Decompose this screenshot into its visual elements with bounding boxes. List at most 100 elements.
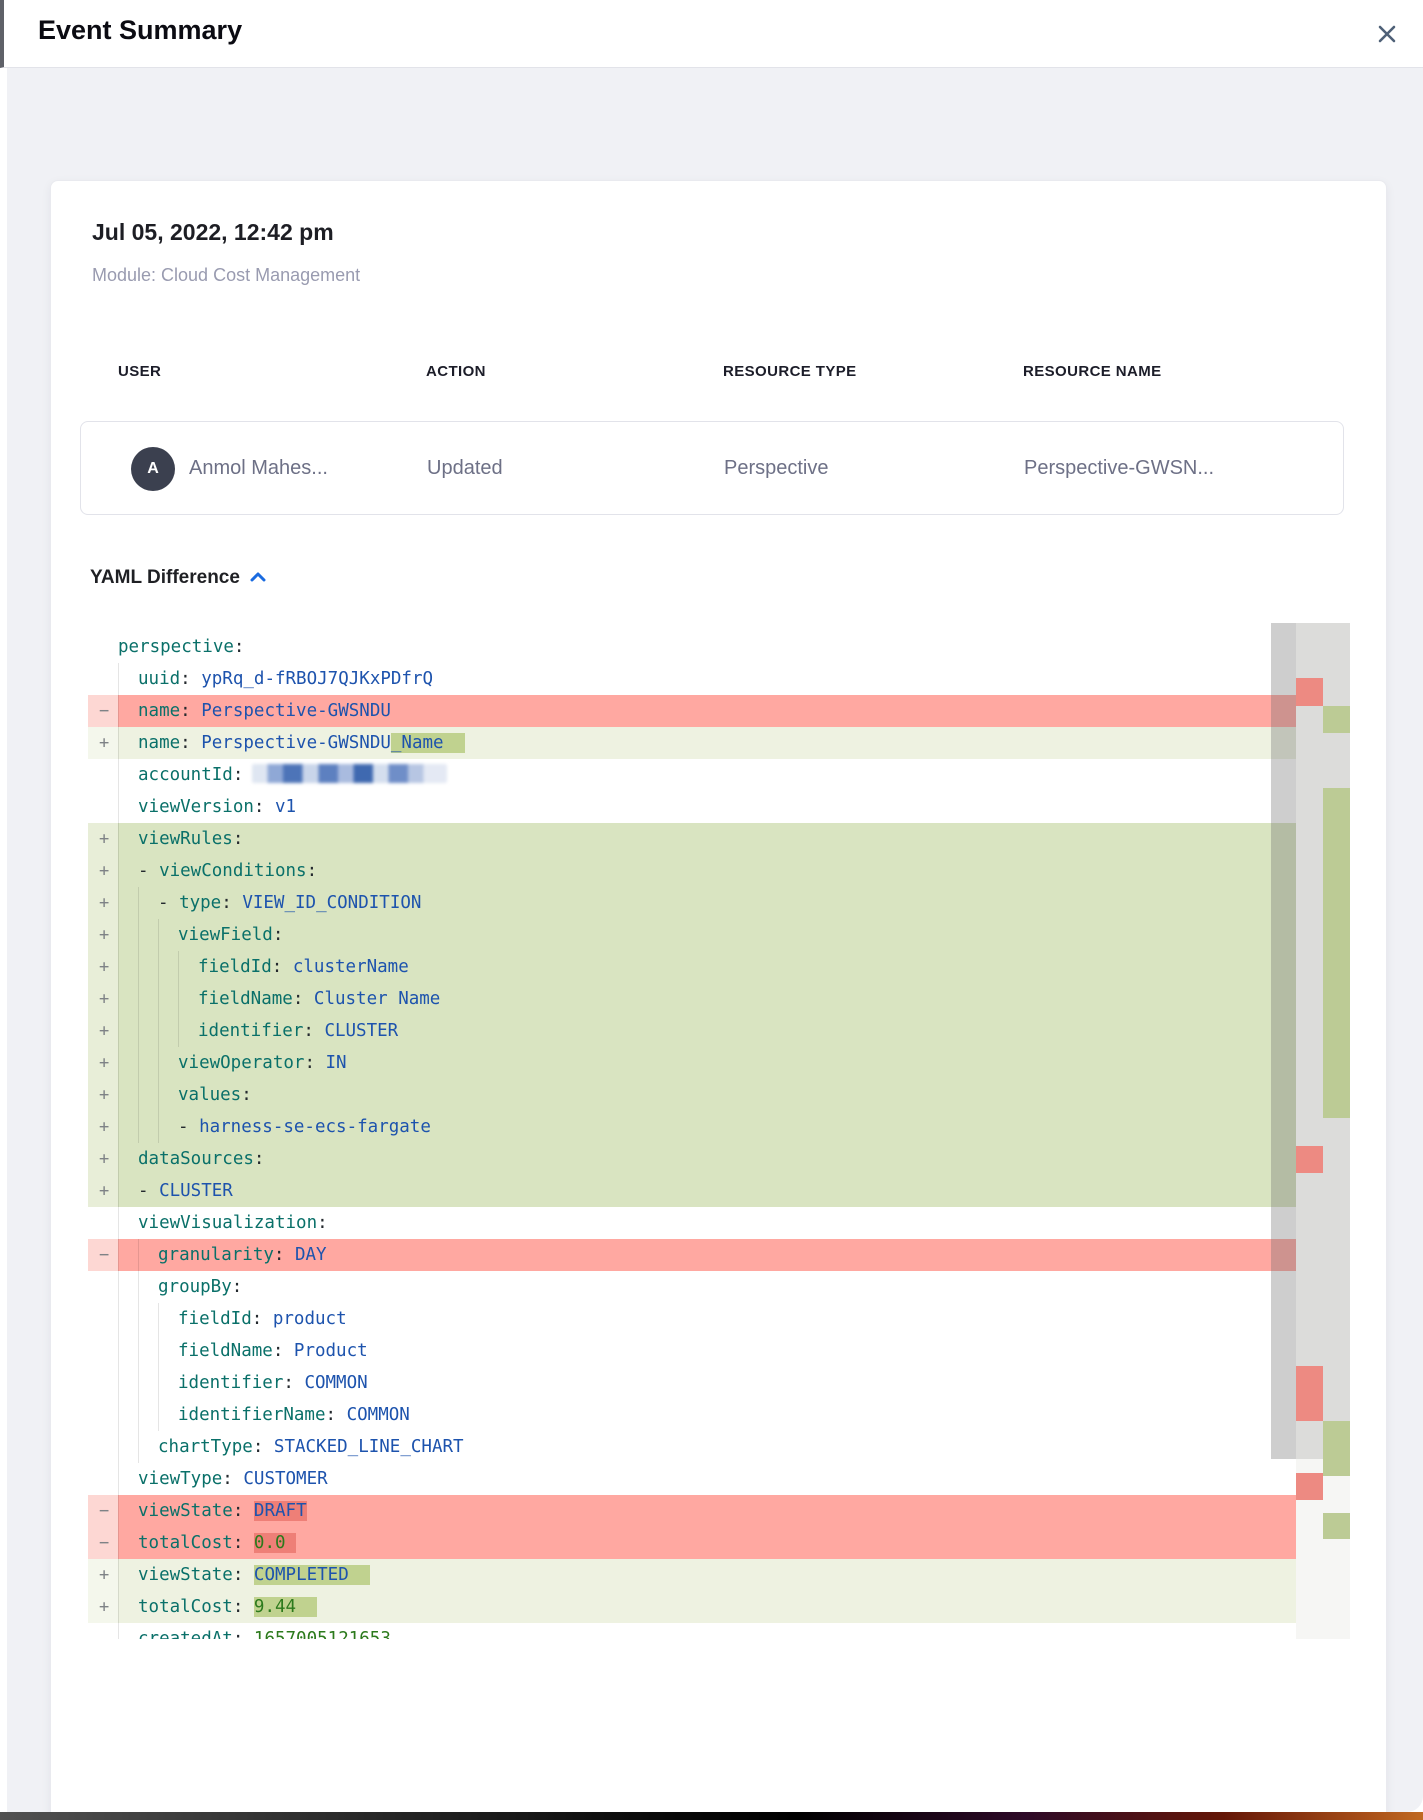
removed-line-marker: − [88, 695, 118, 727]
indent-guide [118, 951, 138, 983]
indent-guide [138, 1271, 158, 1303]
ruler-added-marker [1323, 1421, 1350, 1476]
indent-guide [118, 1463, 138, 1495]
indent-guide [118, 1303, 138, 1335]
close-icon[interactable] [1375, 22, 1399, 46]
indent-guide [118, 1559, 138, 1591]
added-line-marker: + [88, 1591, 118, 1623]
indent-guide [118, 983, 138, 1015]
diff-line: uuid: ypRq_d-fRBOJ7QJKxPDfrQ [88, 663, 1296, 695]
diff-scrollbar-thumb[interactable] [1271, 623, 1296, 1459]
diff-line: accountId: [88, 759, 1296, 791]
diff-line-text: totalCost: 9.44 [138, 1591, 317, 1623]
diff-line-text: identifier: COMMON [178, 1367, 368, 1399]
line-gutter [88, 1367, 118, 1399]
indent-guide [118, 1591, 138, 1623]
indent-guide [118, 1271, 138, 1303]
line-gutter [88, 631, 118, 663]
diff-line: + name: Perspective-GWSNDU_Name [88, 727, 1296, 759]
diff-line-text: fieldId: product [178, 1303, 347, 1335]
diff-line: −name: Perspective-GWSNDU [88, 695, 1296, 727]
diff-overview-ruler[interactable] [1296, 623, 1350, 1639]
indent-guide [158, 1079, 178, 1111]
indent-guide [138, 1303, 158, 1335]
diff-line-text: uuid: ypRq_d-fRBOJ7QJKxPDfrQ [138, 663, 433, 695]
indent-guide [118, 1207, 138, 1239]
ruler-added-marker [1323, 706, 1350, 733]
added-line-marker: + [88, 1047, 118, 1079]
indent-guide [138, 1335, 158, 1367]
indent-guide [138, 1111, 158, 1143]
column-header-resource-type: RESOURCE TYPE [723, 363, 857, 380]
indent-guide [138, 1079, 158, 1111]
indent-guide [158, 983, 178, 1015]
diff-line-text: name: Perspective-GWSNDU_Name [138, 727, 465, 759]
column-header-resource-name: RESOURCE NAME [1023, 363, 1162, 380]
event-timestamp: Jul 05, 2022, 12:42 pm [92, 219, 334, 246]
yaml-difference-toggle[interactable]: YAML Difference [90, 567, 266, 589]
indent-guide [118, 1047, 138, 1079]
indent-guide [158, 1111, 178, 1143]
yaml-diff-code: perspective:uuid: ypRq_d-fRBOJ7QJKxPDfrQ… [88, 623, 1350, 1639]
page-title: Event Summary [38, 15, 242, 46]
indent-guide [178, 983, 198, 1015]
indent-guide [178, 951, 198, 983]
indent-guide [118, 919, 138, 951]
diff-line: +fieldId: clusterName [88, 951, 1296, 983]
diff-line: +viewOperator: IN [88, 1047, 1296, 1079]
drawer-header: Event Summary [0, 0, 1423, 68]
indent-guide [138, 1399, 158, 1431]
diff-line: −viewState: DRAFT [88, 1495, 1296, 1527]
diff-line-text: fieldName: Cluster Name [198, 983, 440, 1015]
diff-line: + identifier: CLUSTER [88, 1015, 1296, 1047]
column-header-user: USER [118, 363, 161, 380]
diff-line-text: chartType: STACKED_LINE_CHART [158, 1431, 464, 1463]
diff-line-text: totalCost: 0.0 [138, 1527, 296, 1559]
indent-guide [118, 1495, 138, 1527]
diff-line-text: - viewConditions: [138, 855, 317, 887]
diff-line: chartType: STACKED_LINE_CHART [88, 1431, 1296, 1463]
added-line-marker: + [88, 887, 118, 919]
added-line-marker: + [88, 1015, 118, 1047]
chevron-up-icon [250, 569, 266, 587]
indent-guide [118, 1175, 138, 1207]
indent-guide [138, 1367, 158, 1399]
diff-line: viewVersion: v1 [88, 791, 1296, 823]
diff-line: + totalCost: 9.44 [88, 1591, 1296, 1623]
diff-line: +viewField: [88, 919, 1296, 951]
diff-line: fieldName: Product [88, 1335, 1296, 1367]
table-row: A Anmol Mahes... Updated Perspective Per… [80, 421, 1344, 515]
diff-line-text: name: Perspective-GWSNDU [138, 695, 391, 727]
event-card: Jul 05, 2022, 12:42 pm Module: Cloud Cos… [50, 180, 1387, 1820]
diff-line-text: identifier: CLUSTER [198, 1015, 398, 1047]
indent-guide [138, 887, 158, 919]
indent-guide [138, 919, 158, 951]
row-resource-type: Perspective [724, 457, 829, 480]
diff-line-text: - type: VIEW_ID_CONDITION [158, 887, 421, 919]
indent-guide [158, 1015, 178, 1047]
diff-line: +dataSources: [88, 1143, 1296, 1175]
added-line-marker: + [88, 727, 118, 759]
indent-guide [118, 1623, 138, 1639]
line-gutter [88, 1303, 118, 1335]
indent-guide [118, 823, 138, 855]
indent-guide [118, 791, 138, 823]
indent-guide [118, 695, 138, 727]
diff-line-text: viewRules: [138, 823, 243, 855]
diff-line: identifierName: COMMON [88, 1399, 1296, 1431]
indent-guide [138, 1239, 158, 1271]
diff-line: identifier: COMMON [88, 1367, 1296, 1399]
indent-guide [118, 887, 138, 919]
ruler-removed-marker [1296, 1366, 1323, 1421]
added-line-marker: + [88, 1079, 118, 1111]
yaml-diff-viewer: perspective:uuid: ypRq_d-fRBOJ7QJKxPDfrQ… [88, 623, 1350, 1639]
row-resource-name: Perspective-GWSN... [1024, 457, 1214, 480]
diff-line-text: viewVersion: v1 [138, 791, 296, 823]
removed-line-marker: − [88, 1239, 118, 1271]
diff-line: +viewState: COMPLETED [88, 1559, 1296, 1591]
line-gutter [88, 1335, 118, 1367]
indent-guide [118, 1335, 138, 1367]
added-line-marker: + [88, 1143, 118, 1175]
diff-line: +- viewConditions: [88, 855, 1296, 887]
diff-line: −totalCost: 0.0 [88, 1527, 1296, 1559]
